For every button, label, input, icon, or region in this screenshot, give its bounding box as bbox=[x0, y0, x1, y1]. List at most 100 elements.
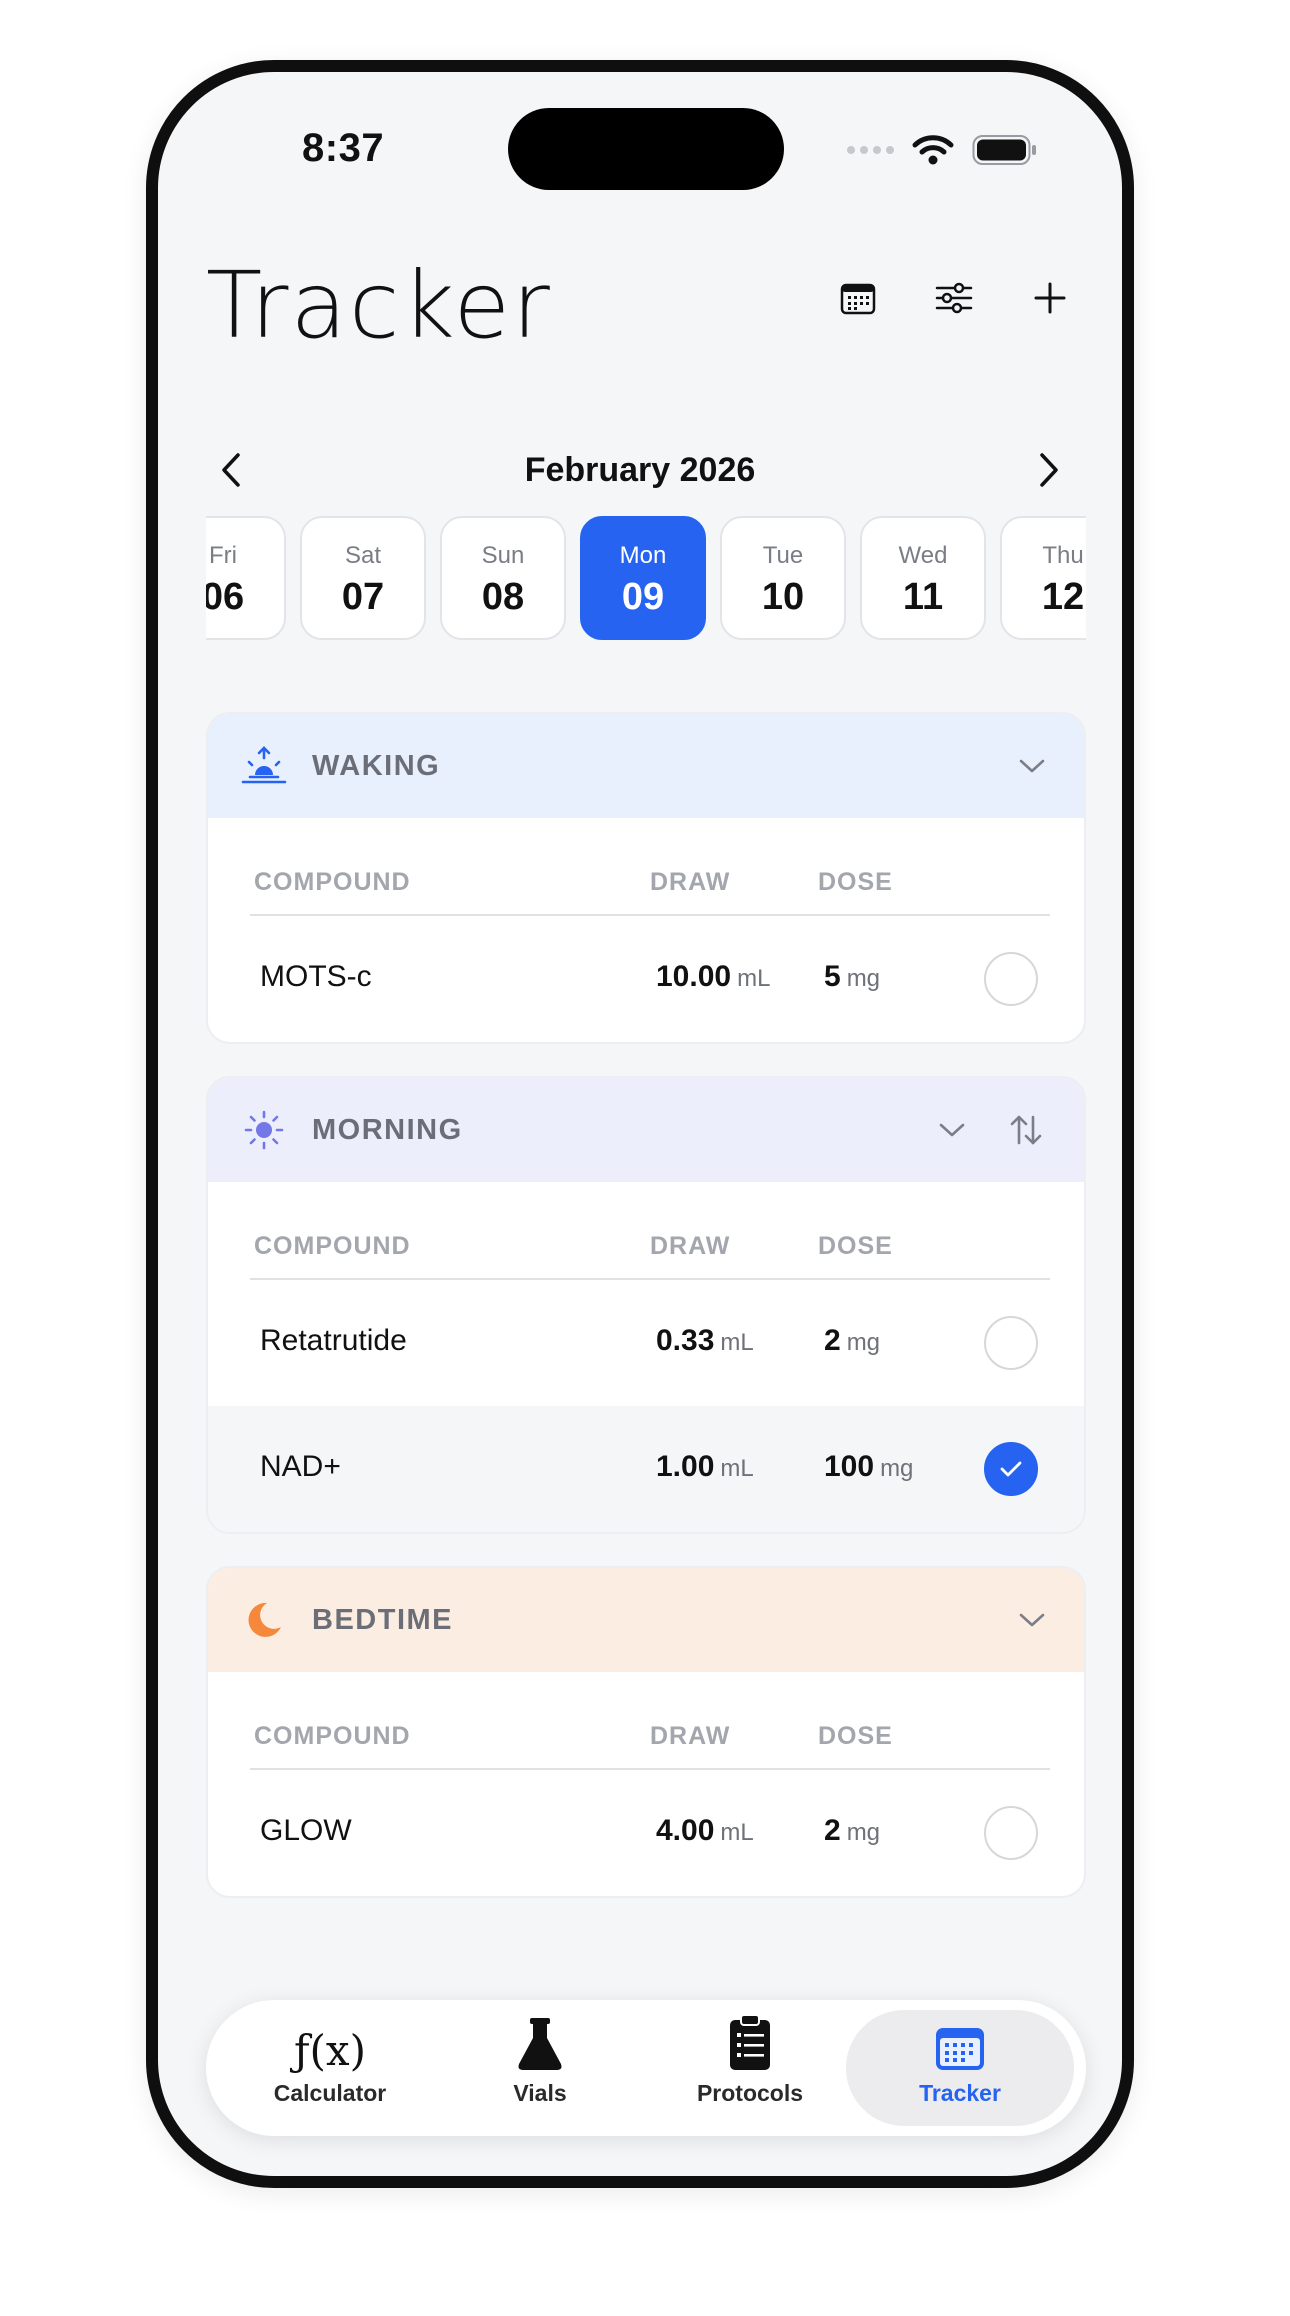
column-header-dose: DOSE bbox=[818, 1722, 893, 1750]
status-time: 8:37 bbox=[302, 126, 385, 170]
day-name: Wed bbox=[898, 542, 948, 569]
collapse-button[interactable] bbox=[1008, 742, 1056, 790]
calendar-view-button[interactable] bbox=[834, 274, 882, 322]
dose-value: 2 mg bbox=[824, 1814, 880, 1848]
day-name: Tue bbox=[762, 542, 804, 569]
chevron-right-icon bbox=[1040, 453, 1058, 487]
phone-frame: 8:37 Tracker February 2026 Fri 06 Sat 07… bbox=[146, 60, 1134, 2188]
column-header-draw: DRAW bbox=[650, 868, 731, 896]
table-header: COMPOUND DRAW DOSE bbox=[250, 1672, 1050, 1770]
tab-bar: ƒ(x) Calculator Vials Protocols Tracker bbox=[206, 2000, 1086, 2136]
period-card-morning: MORNING COMPOUND DRAW DOSE Retatrutide 0… bbox=[206, 1076, 1086, 1534]
day-number: 07 bbox=[341, 576, 385, 618]
tab-tracker-active[interactable]: Tracker bbox=[846, 2010, 1074, 2126]
function-icon: ƒ(x) bbox=[293, 2026, 366, 2075]
column-header-draw: DRAW bbox=[650, 1722, 731, 1750]
period-header-waking[interactable]: WAKING bbox=[208, 714, 1084, 818]
tab-label: Calculator bbox=[273, 2080, 387, 2106]
day-name: Mon bbox=[619, 542, 667, 569]
chevron-down-icon bbox=[939, 1123, 965, 1137]
draw-amount: 4.00 bbox=[656, 1814, 715, 1847]
day-number: 09 bbox=[621, 576, 665, 618]
draw-unit: mL bbox=[737, 965, 771, 992]
draw-value: 0.33 mL bbox=[656, 1324, 754, 1358]
sun-icon bbox=[240, 1106, 288, 1154]
dose-checkbox-checked[interactable] bbox=[984, 1442, 1038, 1496]
day-chip-mon-selected[interactable]: Mon 09 bbox=[580, 516, 706, 640]
tab-protocols[interactable]: Protocols bbox=[636, 2010, 864, 2126]
period-card-bedtime: BEDTIME COMPOUND DRAW DOSE GLOW 4.00 mL 2… bbox=[206, 1566, 1086, 1898]
dose-value: 5 mg bbox=[824, 960, 880, 994]
battery-icon bbox=[972, 135, 1036, 165]
calendar-icon bbox=[936, 2028, 984, 2070]
status-indicators bbox=[847, 134, 1038, 166]
add-button[interactable] bbox=[1026, 274, 1074, 322]
period-header-morning[interactable]: MORNING bbox=[208, 1078, 1084, 1182]
month-label: February 2026 bbox=[524, 450, 756, 489]
dose-value: 100 mg bbox=[824, 1450, 913, 1484]
dose-unit: mg bbox=[846, 1329, 881, 1356]
period-header-bedtime[interactable]: BEDTIME bbox=[208, 1568, 1084, 1672]
period-title: MORNING bbox=[312, 1113, 463, 1146]
day-strip[interactable]: Fri 06 Sat 07 Sun 08 Mon 09 Tue 10 Wed 11 Thu 1… bbox=[206, 516, 1086, 642]
column-header-compound: COMPOUND bbox=[254, 1232, 411, 1260]
day-chip-thu[interactable]: Thu 12 bbox=[1000, 516, 1086, 640]
day-name: Sat bbox=[344, 542, 382, 569]
month-navigator: February 2026 bbox=[206, 440, 1074, 500]
day-chip-wed[interactable]: Wed 11 bbox=[860, 516, 986, 640]
cellular-signal-icon bbox=[847, 146, 894, 154]
day-chip-sun[interactable]: Sun 08 bbox=[440, 516, 566, 640]
filter-button[interactable] bbox=[930, 274, 978, 322]
compound-name: Retatrutide bbox=[260, 1324, 407, 1357]
column-header-compound: COMPOUND bbox=[254, 868, 411, 896]
dose-amount: 5 bbox=[824, 960, 841, 993]
draw-unit: mL bbox=[720, 1455, 754, 1482]
dose-unit: mg bbox=[880, 1455, 914, 1482]
dose-checkbox[interactable] bbox=[984, 1806, 1038, 1860]
sliders-icon bbox=[935, 282, 973, 314]
table-row: Retatrutide 0.33 mL 2 mg bbox=[208, 1280, 1084, 1406]
compound-name: MOTS-c bbox=[260, 960, 372, 993]
sort-arrows-icon bbox=[1010, 1115, 1042, 1145]
dose-checkbox[interactable] bbox=[984, 1316, 1038, 1370]
day-number: 12 bbox=[1041, 576, 1085, 618]
next-month-button[interactable] bbox=[1024, 445, 1074, 495]
dynamic-island bbox=[508, 108, 784, 190]
collapse-button[interactable] bbox=[1008, 1596, 1056, 1644]
draw-unit: mL bbox=[720, 1329, 754, 1356]
reorder-button[interactable] bbox=[1002, 1106, 1050, 1154]
table-row: GLOW 4.00 mL 2 mg bbox=[208, 1770, 1084, 1896]
collapse-button[interactable] bbox=[928, 1106, 976, 1154]
tab-calculator[interactable]: ƒ(x) Calculator bbox=[216, 2010, 444, 2126]
draw-value: 10.00 mL bbox=[656, 960, 770, 994]
table-header: COMPOUND DRAW DOSE bbox=[250, 818, 1050, 916]
day-name: Sun bbox=[481, 542, 525, 569]
tab-label: Tracker bbox=[919, 2080, 1001, 2106]
column-header-draw: DRAW bbox=[650, 1232, 731, 1260]
header-actions bbox=[834, 274, 1074, 322]
dose-value: 2 mg bbox=[824, 1324, 880, 1358]
chevron-down-icon bbox=[1019, 759, 1045, 773]
dose-amount: 2 bbox=[824, 1814, 841, 1847]
draw-value: 4.00 mL bbox=[656, 1814, 754, 1848]
chevron-left-icon bbox=[222, 453, 240, 487]
day-chip-fri[interactable]: Fri 06 bbox=[206, 516, 286, 640]
tab-vials[interactable]: Vials bbox=[426, 2010, 654, 2126]
chevron-down-icon bbox=[1019, 1613, 1045, 1627]
compound-name: GLOW bbox=[260, 1814, 352, 1847]
previous-month-button[interactable] bbox=[206, 445, 256, 495]
day-number: 10 bbox=[761, 576, 805, 618]
moon-icon bbox=[240, 1596, 288, 1644]
draw-amount: 10.00 bbox=[656, 960, 732, 993]
dose-checkbox[interactable] bbox=[984, 952, 1038, 1006]
column-header-dose: DOSE bbox=[818, 868, 893, 896]
draw-amount: 1.00 bbox=[656, 1450, 715, 1483]
day-number: 06 bbox=[206, 576, 245, 618]
day-chip-tue[interactable]: Tue 10 bbox=[720, 516, 846, 640]
day-name: Thu bbox=[1042, 542, 1084, 569]
page-title: Tracker bbox=[206, 252, 552, 359]
compound-name: NAD+ bbox=[260, 1450, 341, 1483]
period-card-waking: WAKING COMPOUND DRAW DOSE MOTS-c 10.00 mL… bbox=[206, 712, 1086, 1044]
calendar-icon bbox=[840, 283, 876, 315]
day-chip-sat[interactable]: Sat 07 bbox=[300, 516, 426, 640]
